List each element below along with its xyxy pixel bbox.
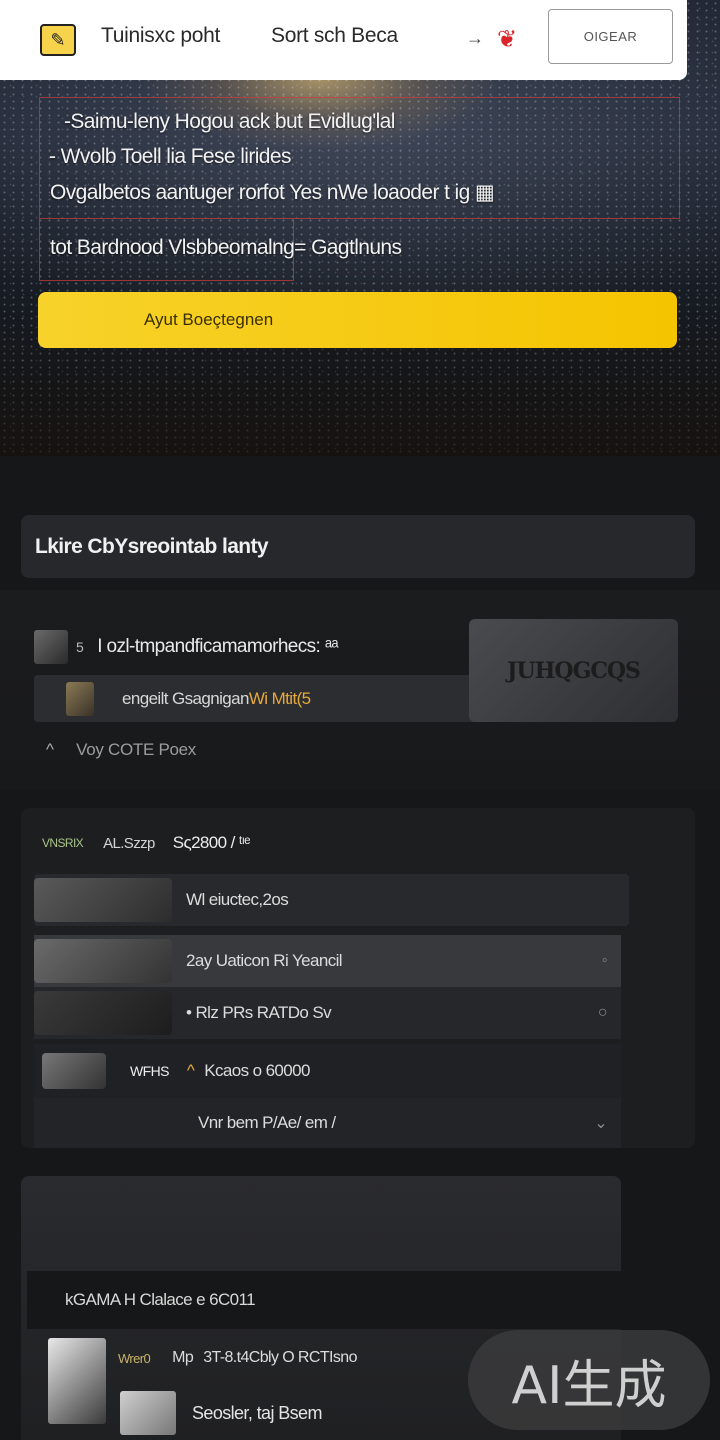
card1-row-3[interactable]: ^ Voy COTE Poex xyxy=(46,740,196,760)
card1-row2-thumb-icon xyxy=(66,681,94,716)
list-thumb-icon xyxy=(34,939,172,983)
hero-cta-button[interactable]: Ayut Boeçtegnen xyxy=(38,292,677,348)
card1-thumb-icon xyxy=(34,630,68,664)
card2-brand: VNSRIX xyxy=(42,836,84,850)
logo-icon[interactable]: ✎ xyxy=(40,24,76,56)
nav-link-2[interactable]: Sort sch Beca xyxy=(271,24,398,48)
chevron-down-icon[interactable]: ⌄ xyxy=(594,1113,607,1133)
card3-thumb-icon xyxy=(48,1338,106,1424)
card2-sub: AL.Szzp xyxy=(103,834,155,852)
list-thumb-icon xyxy=(34,991,172,1035)
card3-row1-text: 3T-8.t4Cbly O RCTIsno xyxy=(203,1349,357,1366)
list-item-text: • Rlz PRs RATDo Sv xyxy=(186,1003,332,1022)
brand-icon[interactable]: ❦ xyxy=(497,25,517,54)
card3-brand: Wrer0 xyxy=(118,1350,151,1366)
list-item[interactable]: Vnr bem P/Ae/ em / ⌄ xyxy=(34,1098,621,1148)
card3-header: kGAMA H Clalace e 6C011 xyxy=(27,1271,621,1329)
card1-image[interactable]: JUHQGCQS xyxy=(469,619,678,722)
card1-row1-text: I ozl-tmpandficamamorhecs: ᵃᵃ xyxy=(97,636,338,657)
list-item-label: WFHS xyxy=(130,1063,169,1079)
card3-sep: Mp xyxy=(172,1349,194,1366)
hero-line-2: - Wvolb Toell lia Fese lirides xyxy=(49,145,291,168)
card3-row2-text: Seosler, taj Bsem xyxy=(192,1402,322,1423)
hero-line-3: Ovgalbetos aantuger rorfot Yes nWe loaod… xyxy=(50,181,495,204)
card3-row2-thumb-icon xyxy=(120,1391,176,1435)
header-button[interactable]: OIGEAR xyxy=(548,9,673,64)
ai-watermark: AI生成 xyxy=(468,1330,710,1430)
caret-up-icon: ^ xyxy=(186,1061,195,1080)
nav-link-1[interactable]: Tuinisxc poht xyxy=(101,24,220,48)
dot-icon: ◦ xyxy=(601,952,608,969)
section-title: Lkire CbYsreointab lanty xyxy=(21,515,695,578)
list-thumb-icon xyxy=(42,1053,106,1089)
card1-row2-text: engeilt Gsagnigan xyxy=(122,688,249,708)
radio-icon[interactable]: ○ xyxy=(598,1004,608,1022)
hero-line-4: tot Bardnood Vlsbbeomalng= Gagtlnuns xyxy=(50,236,402,259)
arrow-right-icon[interactable]: → xyxy=(466,28,484,49)
list-item[interactable]: • Rlz PRs RATDo Sv ○ xyxy=(34,987,621,1039)
card2-header: VNSRIX AL.Szzp Sς2800 / ᵗᶦᵉ xyxy=(42,828,250,858)
list-item[interactable]: Wl eiuctec,2os xyxy=(34,874,629,926)
card1-row-1[interactable]: 5 I ozl-tmpandficamamorhecs: ᵃᵃ xyxy=(34,622,474,672)
list-item-text: Kcaos o 60000 xyxy=(204,1061,310,1080)
card1-row3-text: Voy COTE Poex xyxy=(76,740,196,759)
list-item[interactable]: WFHS ^ Kcaos o 60000 xyxy=(34,1044,621,1098)
list-item-text: Vnr bem P/Ae/ em / xyxy=(198,1113,336,1132)
list-item[interactable]: 2ay Uaticon Ri Yeancil ◦ xyxy=(34,935,621,987)
top-header: ✎ Tuinisxc poht Sort sch Beca → ❦ OIGEAR xyxy=(0,0,687,80)
list-thumb-spacer xyxy=(34,1101,184,1145)
list-thumb-icon xyxy=(34,878,172,922)
list-item-text: 2ay Uaticon Ri Yeancil xyxy=(186,951,343,970)
card1-tag: 5 xyxy=(76,639,84,655)
card1-row2-accent: Wi Mtit(5 xyxy=(248,688,311,708)
caret-up-icon: ^ xyxy=(46,740,54,759)
list-item-text: Wl eiuctec,2os xyxy=(186,890,289,909)
hero-line-1: -Saimu-leny Hogou ack but Evidlug'lal xyxy=(64,110,395,133)
card2-value: Sς2800 / ᵗᶦᵉ xyxy=(172,833,251,852)
